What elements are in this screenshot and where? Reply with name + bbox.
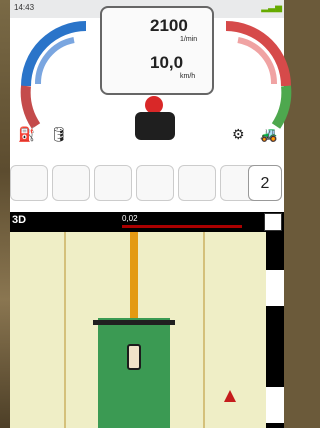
- map-speed: 0,02: [122, 214, 138, 223]
- toolbar-button-2[interactable]: [266, 387, 284, 423]
- function-button-4[interactable]: [136, 165, 174, 201]
- icon-row: ⛽ 🛢 0 ⚙ 🚜: [10, 120, 284, 262]
- diesel-icon: 🛢: [50, 126, 68, 142]
- main-readout: 2100 1/min 10,0 km/h: [100, 6, 214, 95]
- worked-area: [98, 318, 170, 428]
- left-gauge: [20, 21, 87, 129]
- function-buttons: [10, 165, 284, 205]
- guide-line-left: [64, 232, 66, 428]
- speed-unit: km/h: [180, 73, 196, 80]
- function-button-5[interactable]: [178, 165, 216, 201]
- implement-bar: [93, 320, 175, 325]
- function-button-1[interactable]: [10, 165, 48, 201]
- toolbar-button-1[interactable]: [266, 270, 284, 306]
- right-gauge: [225, 21, 292, 129]
- fuel-icon: ⛽: [18, 126, 36, 142]
- offset-bar: [122, 225, 242, 228]
- button-label: 2: [260, 175, 270, 192]
- function-button-2nd[interactable]: 2: [248, 165, 282, 201]
- function-button-2[interactable]: [52, 165, 90, 201]
- clock: 14:43: [14, 3, 35, 12]
- search-icon[interactable]: [264, 213, 282, 231]
- speed-value: 10,0: [150, 53, 184, 72]
- tractor-marker: [127, 344, 141, 370]
- guide-line-right: [203, 232, 205, 428]
- map-mode: 3D: [12, 214, 27, 226]
- map-header: 3D 0,02: [10, 212, 284, 232]
- function-button-3[interactable]: [94, 165, 132, 201]
- rpm-value: 2100: [150, 16, 188, 35]
- rpm-unit: 1/min: [180, 36, 198, 43]
- compass-arrow: [224, 390, 236, 402]
- tractor-small-icon: 🚜: [260, 126, 278, 142]
- tractor-dashboard: 14:43 ▂▃▅ 2100 1/min 10,0 km/h ⛽ 🛢 0 ⚙ 🚜: [10, 0, 292, 428]
- hitch-icon: ⚙: [232, 126, 245, 142]
- guidance-map: 3D 0,02: [10, 212, 284, 428]
- map-side-toolbar: [266, 232, 284, 428]
- signal-icon: ▂▃▅: [261, 2, 282, 12]
